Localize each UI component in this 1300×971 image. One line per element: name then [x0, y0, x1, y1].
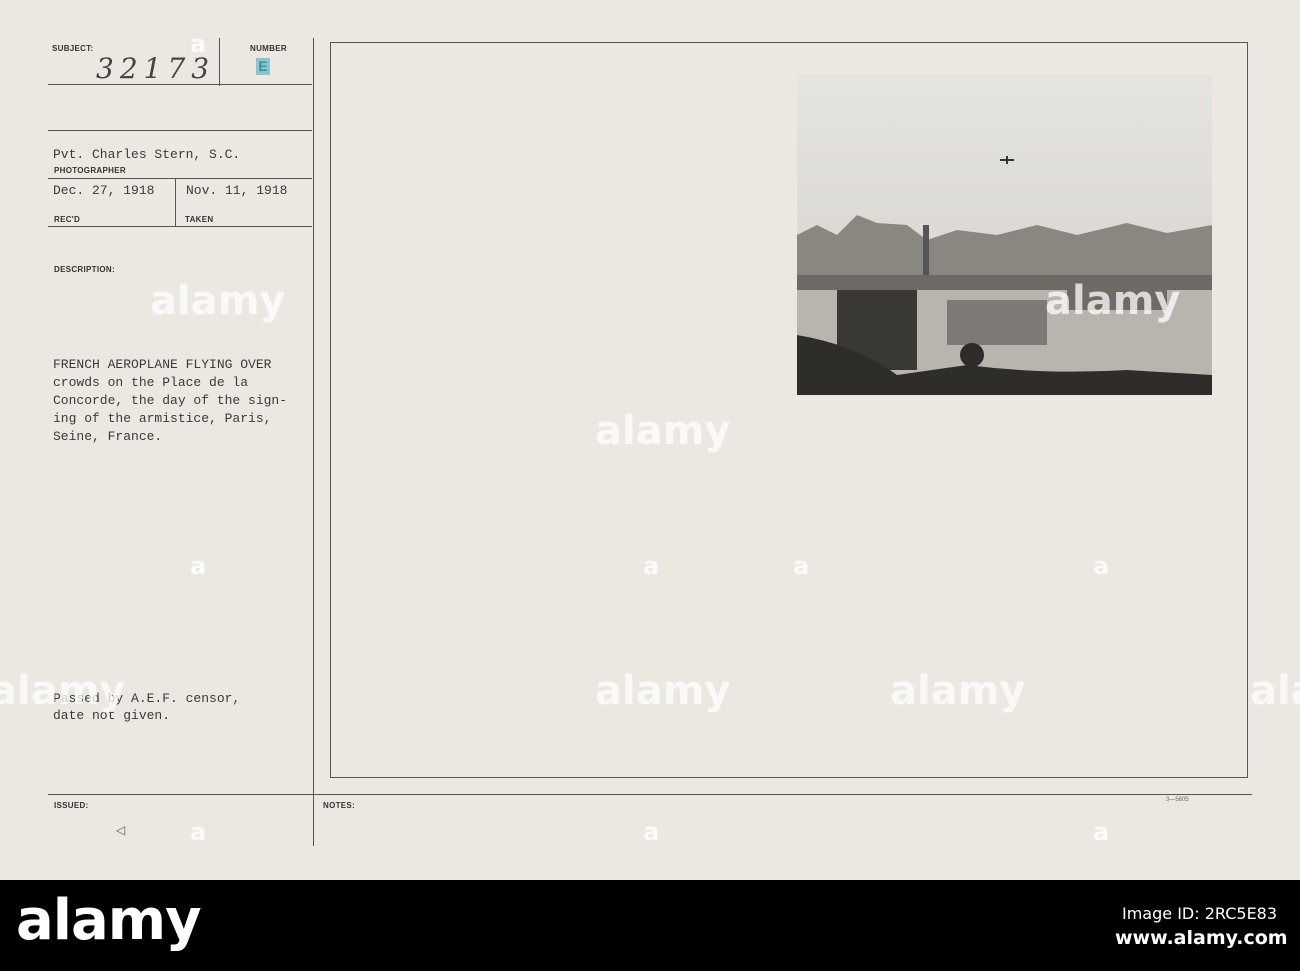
description-line: FRENCH AEROPLANE FLYING OVER [53, 357, 272, 372]
subject-label: SUBJECT: [52, 44, 94, 53]
received-label: REC'D [54, 215, 81, 224]
watermark-letter: a [643, 552, 660, 580]
issued-mark: ◁ [116, 824, 126, 838]
description-line: Seine, France. [53, 429, 163, 444]
archival-photo-card: SUBJECT: 32173 NUMBER E Pvt. Charles Ste… [0, 0, 1300, 880]
description-label: DESCRIPTION: [54, 265, 115, 274]
notes-label: NOTES: [323, 801, 356, 810]
watermark-text: alamy [595, 668, 731, 714]
photographer-label: PHOTOGRAPHER [54, 166, 126, 175]
watermark-letter: a [190, 30, 207, 58]
description-line: Concorde, the day of the sign- [53, 393, 288, 408]
description-line: crowds on the Place de la [53, 375, 249, 390]
alamy-url[interactable]: www.alamy.com [1115, 927, 1288, 949]
number-label: NUMBER [250, 44, 287, 53]
alamy-logo: alamy [16, 888, 202, 953]
watermark-text: alamy [890, 668, 1026, 714]
watermark-letter: a [643, 818, 660, 846]
watermark-letter: a [190, 552, 207, 580]
number-stamp: E [256, 58, 270, 75]
taken-label: TAKEN [185, 215, 214, 224]
watermark-text: alamy [1250, 668, 1300, 714]
received-date: Dec. 27, 1918 [53, 183, 155, 198]
description-line: ing of the armistice, Paris, [53, 411, 272, 426]
watermark-text: alamy [595, 408, 731, 454]
watermark-letter: a [1093, 818, 1110, 846]
watermark-letter: a [190, 818, 207, 846]
watermark-text: alamy [1045, 278, 1181, 324]
watermark-letter: a [1093, 552, 1110, 580]
form-number: 3—5605 [1166, 797, 1189, 803]
photographer-name: Pvt. Charles Stern, S.C. [53, 147, 241, 162]
watermark-text: alamy [0, 668, 126, 714]
watermark-letter: a [793, 552, 810, 580]
issued-label: ISSUED: [54, 801, 89, 810]
image-id: Image ID: 2RC5E83 [1122, 904, 1278, 923]
taken-date: Nov. 11, 1918 [186, 183, 288, 198]
photograph [797, 75, 1212, 395]
watermark-text: alamy [150, 278, 286, 324]
footer-bar: alamy Image ID: 2RC5E83 www.alamy.com [0, 880, 1300, 971]
